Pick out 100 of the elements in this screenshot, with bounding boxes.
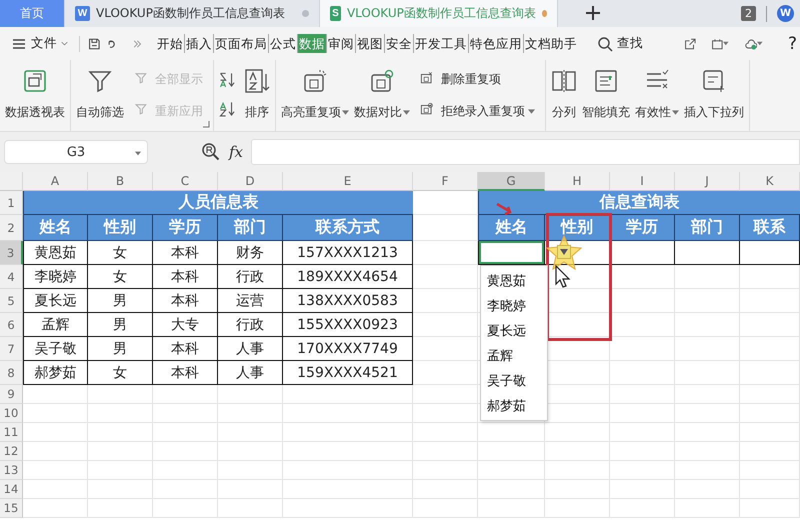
ribbon-button[interactable]: 插入下拉列 — [683, 60, 745, 131]
row-header[interactable]: 1 — [0, 191, 23, 215]
ribbon-tab[interactable]: 视图 — [354, 34, 384, 53]
grid-cell[interactable] — [675, 480, 740, 499]
ribbon-tab[interactable]: 审阅 — [326, 34, 355, 53]
row-header[interactable]: 8 — [0, 361, 23, 385]
grid-cell[interactable] — [675, 337, 740, 361]
ribbon-button[interactable]: 删除重复项 — [414, 70, 541, 90]
grid-cell[interactable] — [675, 313, 740, 337]
grid-cell[interactable] — [740, 404, 800, 423]
grid-cell[interactable] — [88, 461, 153, 480]
ribbon-button[interactable]: 有效性 — [634, 60, 680, 131]
row-header[interactable]: 4 — [0, 265, 23, 289]
grid-cell[interactable] — [740, 385, 800, 404]
grid-cell[interactable] — [218, 499, 283, 518]
grid-cell[interactable] — [675, 461, 740, 480]
ribbon-tab[interactable]: 安全 — [384, 34, 413, 53]
column-header[interactable]: D — [218, 172, 283, 191]
dropdown-item[interactable]: 李晓婷 — [481, 293, 547, 318]
grid-cell[interactable] — [413, 404, 478, 423]
row-header[interactable]: 11 — [0, 423, 23, 442]
grid-cell[interactable] — [740, 313, 800, 337]
grid-cell[interactable] — [545, 480, 610, 499]
grid-cell[interactable] — [478, 423, 545, 442]
grid-cell[interactable] — [88, 423, 153, 442]
ribbon-button[interactable]: 数据透视表 — [4, 60, 66, 131]
dropdown-item[interactable]: 孟辉 — [481, 343, 547, 368]
ribbon-button[interactable]: 拒绝录入重复项 — [414, 101, 541, 122]
window-count[interactable]: 2 — [741, 6, 756, 21]
row-header[interactable]: 13 — [0, 461, 23, 480]
ribbon-button[interactable]: 排序 — [243, 60, 271, 131]
grid-cell[interactable] — [740, 499, 800, 518]
grid-cell[interactable] — [675, 289, 740, 313]
active-cell[interactable] — [478, 241, 545, 265]
row-header[interactable]: 9 — [0, 385, 23, 404]
grid-cell[interactable] — [218, 442, 283, 461]
grid-cell[interactable] — [153, 442, 218, 461]
function-label[interactable]: fx — [229, 143, 244, 161]
row-header[interactable]: 3 — [0, 241, 23, 265]
grid-cell[interactable] — [413, 385, 478, 404]
grid-cell[interactable] — [740, 461, 800, 480]
dropdown-item[interactable]: 郝梦茹 — [481, 393, 547, 418]
grid-cell[interactable] — [283, 423, 413, 442]
grid-cell[interactable] — [675, 442, 740, 461]
row-header[interactable]: 5 — [0, 289, 23, 313]
column-header[interactable]: E — [283, 172, 413, 191]
grid-cell[interactable] — [545, 442, 610, 461]
column-header[interactable]: G — [478, 172, 545, 191]
ribbon-button[interactable]: 高亮重复项 — [280, 60, 350, 131]
grid-cell[interactable] — [218, 404, 283, 423]
grid-cell[interactable] — [283, 442, 413, 461]
grid-cell[interactable] — [23, 461, 88, 480]
column-header[interactable]: C — [153, 172, 218, 191]
grid-cell[interactable] — [153, 423, 218, 442]
help-button[interactable]: ? — [785, 34, 800, 54]
grid-cell[interactable] — [675, 385, 740, 404]
grid-cell[interactable] — [610, 461, 675, 480]
grid-cell[interactable] — [610, 385, 675, 404]
account-avatar[interactable]: W — [777, 5, 794, 22]
name-box[interactable]: G3 — [4, 140, 148, 164]
grid-cell[interactable] — [610, 423, 675, 442]
grid-cell[interactable] — [23, 442, 88, 461]
dropdown-button[interactable] — [557, 245, 571, 259]
grid-cell[interactable] — [218, 461, 283, 480]
grid-cell[interactable] — [153, 404, 218, 423]
ribbon-tab[interactable]: 开始 — [156, 34, 184, 53]
grid-cell[interactable] — [88, 480, 153, 499]
grid-cell[interactable] — [740, 423, 800, 442]
grid-cell[interactable] — [283, 404, 413, 423]
ribbon-button[interactable]: 智能填充 — [581, 60, 631, 131]
ribbon-tab[interactable]: 文档助手 — [522, 34, 578, 53]
column-header[interactable]: A — [23, 172, 88, 191]
launcher-icon[interactable] — [203, 121, 210, 128]
grid-cell[interactable] — [610, 442, 675, 461]
grid-cell[interactable] — [610, 404, 675, 423]
grid-cell[interactable] — [610, 499, 675, 518]
ribbon-button[interactable]: 自动筛选 — [75, 60, 125, 131]
grid-cell[interactable] — [88, 499, 153, 518]
grid-cell[interactable] — [413, 461, 478, 480]
grid-cell[interactable] — [545, 423, 610, 442]
grid-cell[interactable] — [545, 461, 610, 480]
grid-cell[interactable] — [153, 461, 218, 480]
row-header[interactable]: 2 — [0, 215, 23, 241]
grid-cell[interactable] — [610, 480, 675, 499]
column-header[interactable]: K — [740, 172, 800, 191]
save-icon[interactable] — [88, 36, 100, 52]
grid-cell[interactable] — [23, 480, 88, 499]
new-tab-icon[interactable] — [584, 4, 602, 22]
grid-cell[interactable] — [478, 499, 545, 518]
ribbon-tab[interactable]: 特色应用 — [468, 34, 523, 53]
grid-cell[interactable] — [23, 499, 88, 518]
row-header[interactable]: 14 — [0, 480, 23, 499]
column-header[interactable]: B — [88, 172, 153, 191]
grid-cell[interactable] — [545, 499, 610, 518]
dropdown-item[interactable]: 黄恩茹 — [481, 268, 547, 293]
formula-input[interactable] — [251, 139, 800, 165]
file-menu[interactable]: 文件 — [8, 35, 71, 52]
row-header[interactable]: 6 — [0, 313, 23, 337]
ribbon-tab[interactable]: 开发工具 — [412, 34, 468, 53]
row-header[interactable]: 7 — [0, 337, 23, 361]
